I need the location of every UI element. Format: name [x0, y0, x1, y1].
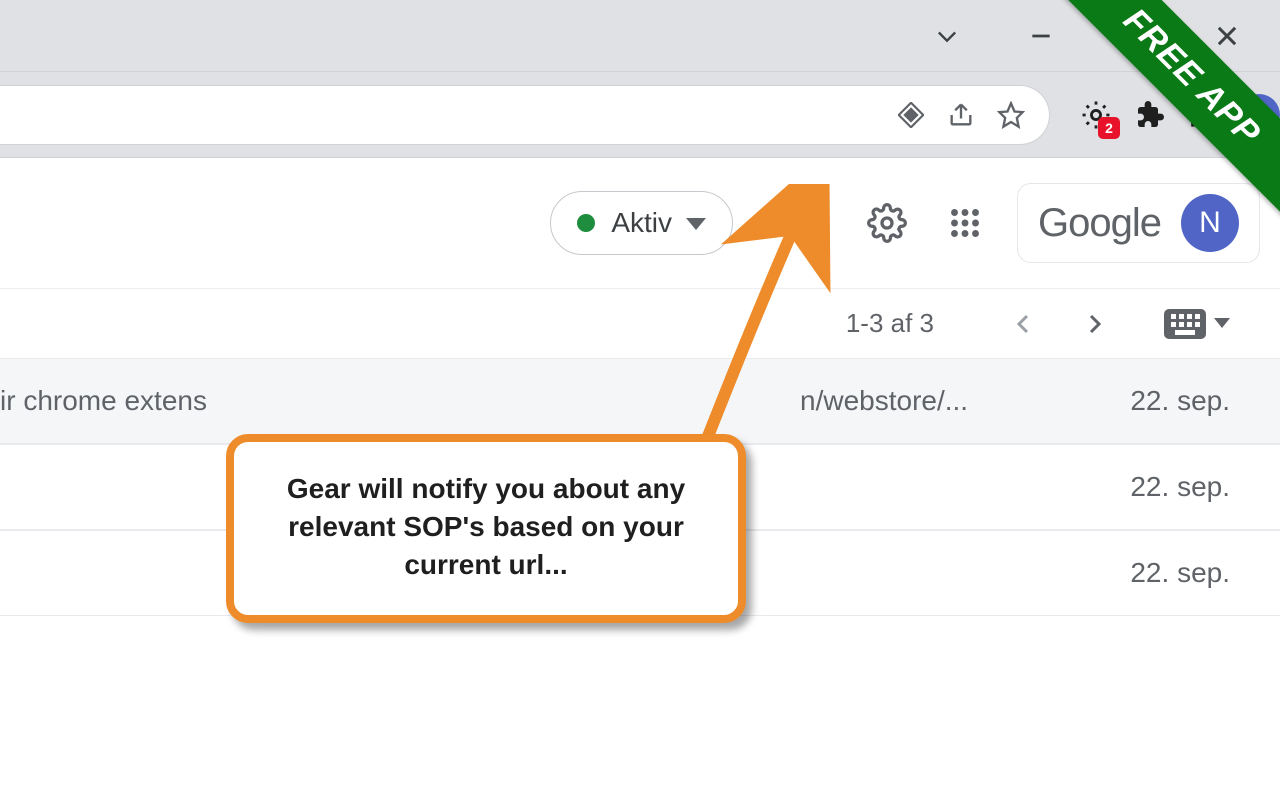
account-card[interactable]: Google N — [1017, 183, 1260, 263]
app-header: Aktiv Google N — [0, 158, 1280, 288]
install-icon[interactable] — [891, 95, 931, 135]
brand-label: Google — [1038, 201, 1161, 246]
browser-toolbar: 2 N — [0, 72, 1280, 158]
status-pill[interactable]: Aktiv — [550, 191, 733, 255]
next-page-icon[interactable] — [1074, 304, 1114, 344]
callout-box: Gear will notify you about any relevant … — [226, 434, 746, 623]
profile-avatar-large[interactable]: N — [1181, 194, 1239, 252]
mail-date: 22. sep. — [1050, 471, 1230, 503]
apps-grid-icon[interactable] — [941, 199, 989, 247]
input-method-selector[interactable] — [1164, 304, 1230, 344]
notification-badge: 2 — [1098, 117, 1120, 139]
keyboard-icon — [1164, 309, 1206, 339]
share-icon[interactable] — [941, 95, 981, 135]
bookmark-star-icon[interactable] — [991, 95, 1031, 135]
callout-text: Gear will notify you about any relevant … — [287, 473, 685, 580]
mail-date: 22. sep. — [1050, 385, 1230, 417]
minimize-button[interactable] — [1018, 13, 1064, 59]
extensions-puzzle-icon[interactable] — [1128, 93, 1172, 137]
pagination-text: 1-3 af 3 — [846, 308, 934, 339]
pagination-row: 1-3 af 3 — [0, 288, 1280, 358]
tab-dropdown-icon[interactable] — [924, 13, 970, 59]
prev-page-icon[interactable] — [1004, 304, 1044, 344]
help-icon[interactable] — [785, 199, 833, 247]
mail-url: n/webstore/... — [800, 385, 1050, 417]
mail-row[interactable]: ir chrome extens n/webstore/... 22. sep. — [0, 358, 1280, 444]
status-label: Aktiv — [611, 207, 672, 239]
address-bar[interactable] — [0, 85, 1050, 145]
chevron-down-icon — [1214, 318, 1230, 330]
mail-subject: ir chrome extens — [0, 385, 800, 417]
mail-date: 22. sep. — [1050, 557, 1230, 589]
settings-gear-icon[interactable] — [863, 199, 911, 247]
extension-gear-icon[interactable]: 2 — [1074, 93, 1118, 137]
status-dot-icon — [577, 214, 595, 232]
chevron-down-icon — [686, 207, 706, 239]
